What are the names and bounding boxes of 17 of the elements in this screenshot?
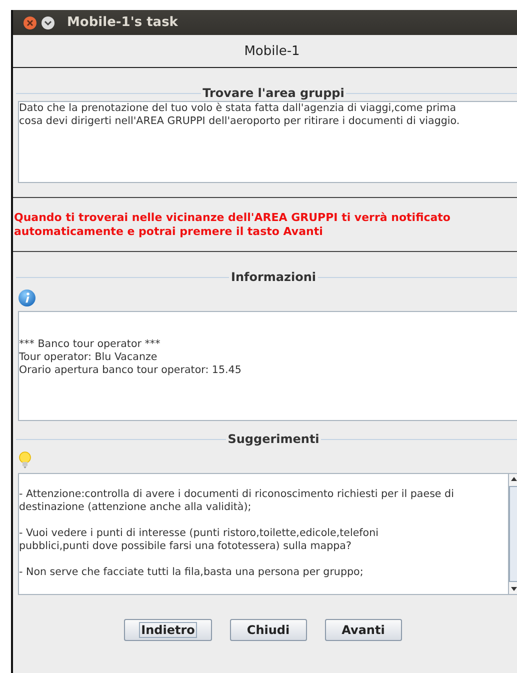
vertical-scrollbar[interactable]	[509, 473, 517, 595]
dialog-button[interactable]: Avanti	[324, 619, 402, 641]
section-title: Informazioni	[230, 270, 317, 284]
info-icon	[18, 289, 36, 307]
window-title: Mobile-1's task	[67, 15, 178, 30]
chevron-down-icon[interactable]	[41, 16, 55, 30]
dialog-button[interactable]: Chiudi	[230, 619, 307, 641]
task-text-area[interactable]: Dato che la prenotazione del tuo volo è stata fatta dall'agenzia di viaggi,come prima cosa devi dirigerti nell'AREA GRUPPI dell'aeroporto per ritirare i documenti di viaggio.	[18, 101, 517, 183]
section-title: Trovare l'area gruppi	[202, 86, 346, 100]
notice-text: Quando ti troverai nelle vicinanze dell'AREA GRUPPI ti verrà notificato automaticamente e potrai premere il tasto Avanti	[14, 210, 452, 238]
section-title: Suggerimenti	[226, 432, 320, 446]
header-title: Mobile-1	[244, 44, 300, 58]
dialog-button[interactable]: Indietro	[124, 619, 212, 641]
lightbulb-icon	[18, 451, 32, 469]
info-text-area[interactable]: *** Banco tour operator *** Tour operator: Blu Vacanze Orario apertura banco tour operator: 15.45	[18, 311, 517, 421]
tips-text-area[interactable]: - Attenzione:controlla di avere i documenti di riconoscimento richiesti per il paese di destinazione (attenzione anche alla validità); - Vuoi vedere i punti di interesse (punti ristoro,toilette,edicole,telefoni pubblici,punti dove possibile farsi una fototessera) sulla mappa? - Non serve che facciate tutti la fila,basta una persona per gruppo;	[18, 473, 509, 595]
close-icon[interactable]	[23, 16, 37, 30]
